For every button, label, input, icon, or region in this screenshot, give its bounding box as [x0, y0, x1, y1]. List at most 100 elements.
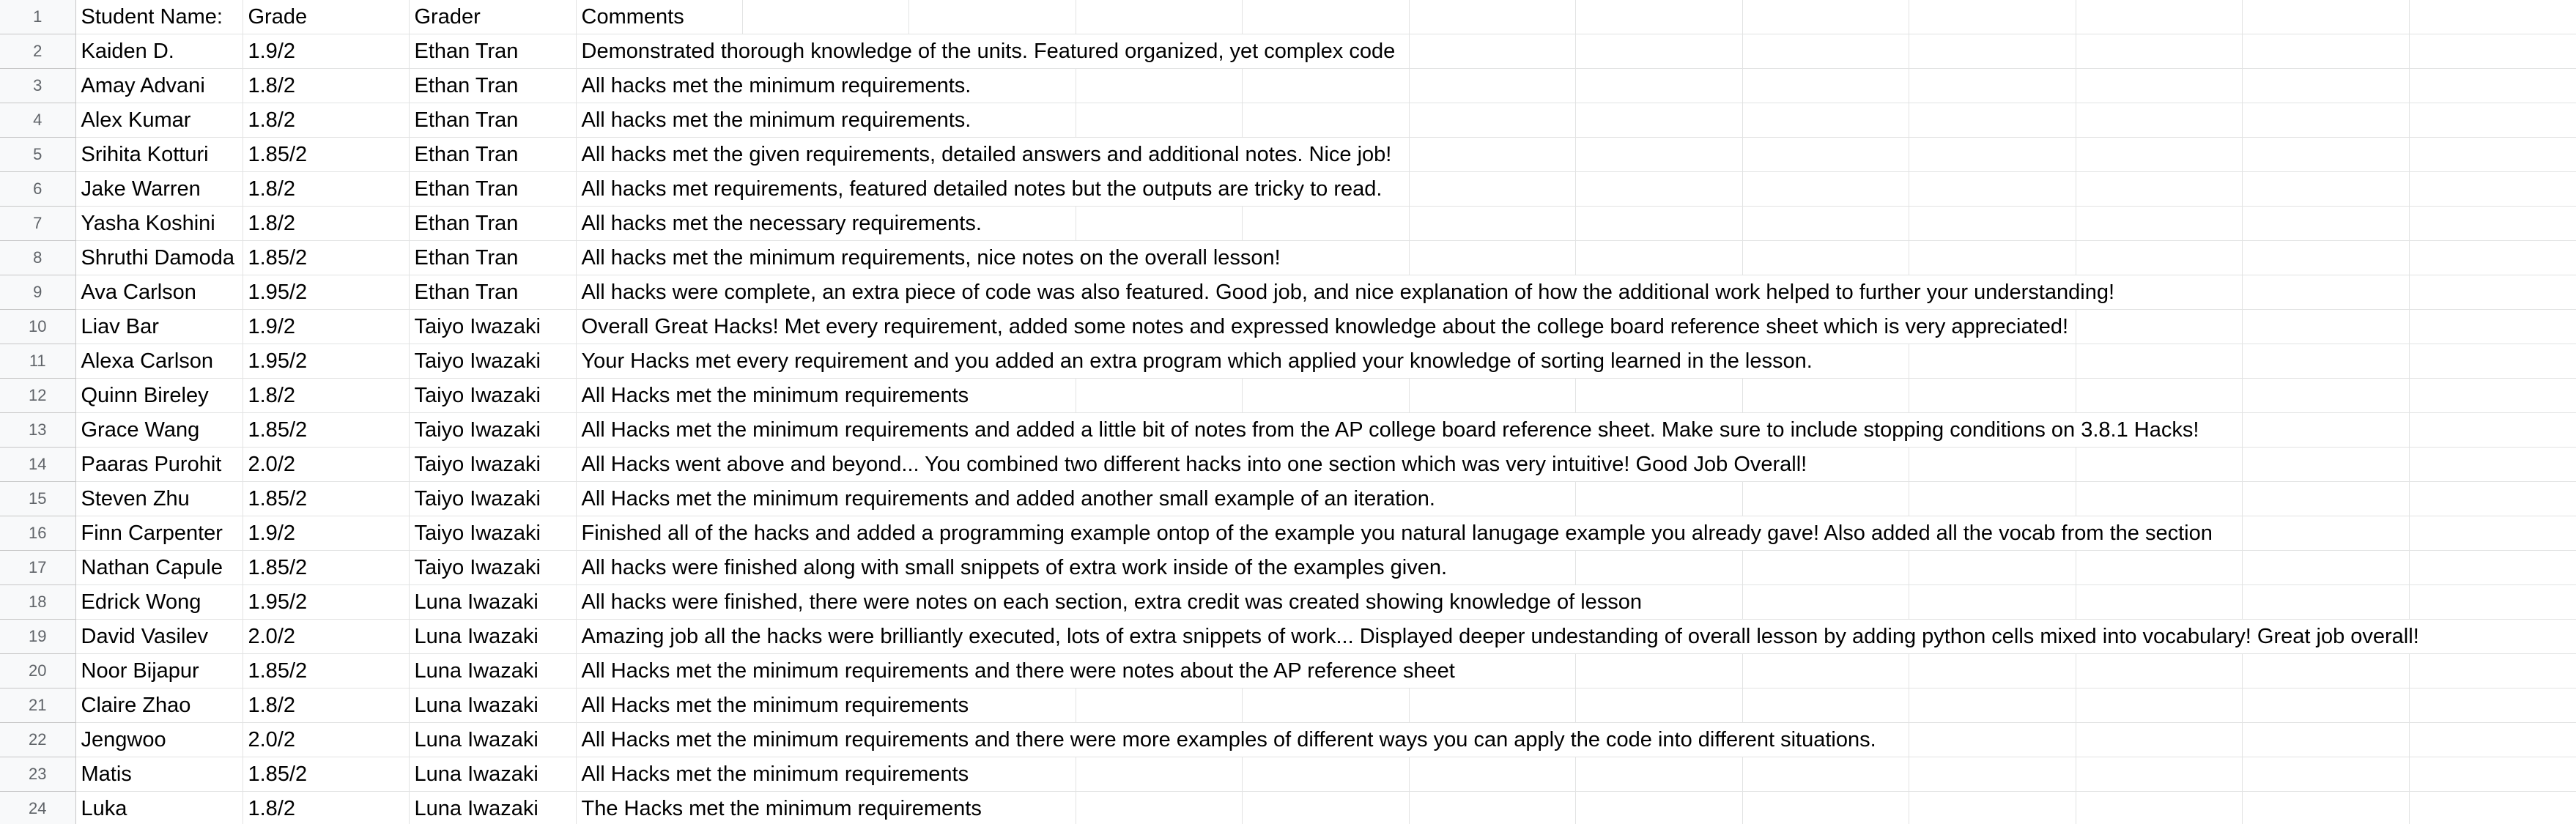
empty-cell[interactable]: [2242, 757, 2410, 792]
empty-cell[interactable]: [2076, 103, 2243, 138]
empty-cell[interactable]: [1409, 688, 1576, 723]
comment-cell[interactable]: All Hacks went above and beyond... You c…: [576, 447, 1807, 482]
row-number[interactable]: 21: [0, 688, 76, 723]
row-number[interactable]: 12: [0, 378, 76, 413]
row-number[interactable]: 15: [0, 481, 76, 516]
header-comments[interactable]: Comments: [576, 0, 743, 34]
row-number[interactable]: 18: [0, 584, 76, 620]
empty-cell[interactable]: [2409, 309, 2576, 344]
empty-cell[interactable]: [2242, 137, 2410, 172]
grader-cell[interactable]: Ethan Tran: [409, 137, 577, 172]
comment-cell[interactable]: The Hacks met the minimum requirements: [576, 791, 982, 824]
grade-cell[interactable]: 1.9/2: [243, 34, 410, 69]
empty-cell[interactable]: [1909, 550, 2076, 585]
empty-cell[interactable]: [1909, 722, 2076, 757]
empty-cell[interactable]: [2076, 34, 2243, 69]
grade-cell[interactable]: 1.8/2: [243, 688, 410, 723]
grader-cell[interactable]: Ethan Tran: [409, 34, 577, 69]
grader-cell[interactable]: Luna Iwazaki: [409, 688, 577, 723]
empty-cell[interactable]: [2242, 653, 2410, 688]
empty-cell[interactable]: [2409, 103, 2576, 138]
student-name-cell[interactable]: Kaiden D.: [75, 34, 243, 69]
comment-cell[interactable]: All hacks were complete, an extra piece …: [576, 275, 2114, 310]
comment-cell[interactable]: Your Hacks met every requirement and you…: [576, 344, 1813, 379]
student-name-cell[interactable]: Edrick Wong: [75, 584, 243, 620]
empty-cell[interactable]: [2076, 206, 2243, 241]
student-name-cell[interactable]: Ava Carlson: [75, 275, 243, 310]
empty-cell[interactable]: [1242, 378, 1410, 413]
empty-cell[interactable]: [2409, 791, 2576, 824]
empty-cell[interactable]: [1409, 240, 1576, 275]
empty-cell[interactable]: [1242, 688, 1410, 723]
empty-cell[interactable]: [1409, 34, 1576, 69]
empty-cell[interactable]: [1742, 791, 1909, 824]
grader-cell[interactable]: Luna Iwazaki: [409, 791, 577, 824]
empty-cell[interactable]: [1409, 0, 1576, 34]
comment-cell[interactable]: All Hacks met the minimum requirements: [576, 757, 969, 792]
empty-cell[interactable]: [2409, 619, 2576, 654]
empty-cell[interactable]: [2242, 275, 2410, 310]
row-number[interactable]: 14: [0, 447, 76, 482]
empty-cell[interactable]: [1076, 757, 1243, 792]
grade-cell[interactable]: 1.85/2: [243, 240, 410, 275]
row-number[interactable]: 16: [0, 516, 76, 551]
grader-cell[interactable]: Luna Iwazaki: [409, 722, 577, 757]
empty-cell[interactable]: [2076, 584, 2243, 620]
spreadsheet-grid[interactable]: 1 Student Name: Grade Grader Comments 2 K…: [0, 0, 2576, 824]
empty-cell[interactable]: [1742, 171, 1909, 207]
student-name-cell[interactable]: Jengwoo: [75, 722, 243, 757]
empty-cell[interactable]: [2242, 68, 2410, 103]
empty-cell[interactable]: [2076, 68, 2243, 103]
empty-cell[interactable]: [2409, 516, 2576, 551]
grader-cell[interactable]: Taiyo Iwazaki: [409, 412, 577, 448]
empty-cell[interactable]: [1909, 68, 2076, 103]
empty-cell[interactable]: [1409, 791, 1576, 824]
grader-cell[interactable]: Taiyo Iwazaki: [409, 516, 577, 551]
empty-cell[interactable]: [1409, 171, 1576, 207]
empty-cell[interactable]: [1575, 791, 1743, 824]
grader-cell[interactable]: Taiyo Iwazaki: [409, 309, 577, 344]
empty-cell[interactable]: [1575, 103, 1743, 138]
grade-cell[interactable]: 1.8/2: [243, 206, 410, 241]
row-number[interactable]: 2: [0, 34, 76, 69]
empty-cell[interactable]: [2242, 550, 2410, 585]
grade-cell[interactable]: 1.95/2: [243, 584, 410, 620]
student-name-cell[interactable]: Yasha Koshini: [75, 206, 243, 241]
empty-cell[interactable]: [2409, 722, 2576, 757]
empty-cell[interactable]: [2242, 309, 2410, 344]
empty-cell[interactable]: [1909, 171, 2076, 207]
student-name-cell[interactable]: Liav Bar: [75, 309, 243, 344]
empty-cell[interactable]: [1575, 0, 1743, 34]
empty-cell[interactable]: [1742, 378, 1909, 413]
student-name-cell[interactable]: Steven Zhu: [75, 481, 243, 516]
empty-cell[interactable]: [742, 0, 909, 34]
empty-cell[interactable]: [2076, 344, 2243, 379]
empty-cell[interactable]: [2076, 791, 2243, 824]
grade-cell[interactable]: 1.8/2: [243, 103, 410, 138]
empty-cell[interactable]: [2076, 378, 2243, 413]
empty-cell[interactable]: [1742, 68, 1909, 103]
grader-cell[interactable]: Taiyo Iwazaki: [409, 344, 577, 379]
student-name-cell[interactable]: Finn Carpenter: [75, 516, 243, 551]
empty-cell[interactable]: [1909, 344, 2076, 379]
empty-cell[interactable]: [1742, 206, 1909, 241]
empty-cell[interactable]: [1242, 103, 1410, 138]
grader-cell[interactable]: Luna Iwazaki: [409, 619, 577, 654]
comment-cell[interactable]: All Hacks met the minimum requirements a…: [576, 481, 1435, 516]
empty-cell[interactable]: [1909, 791, 2076, 824]
header-grader[interactable]: Grader: [409, 0, 577, 34]
grade-cell[interactable]: 1.85/2: [243, 757, 410, 792]
empty-cell[interactable]: [2076, 722, 2243, 757]
empty-cell[interactable]: [1909, 240, 2076, 275]
row-number[interactable]: 8: [0, 240, 76, 275]
empty-cell[interactable]: [2076, 757, 2243, 792]
empty-cell[interactable]: [1575, 240, 1743, 275]
row-number[interactable]: 22: [0, 722, 76, 757]
empty-cell[interactable]: [1575, 34, 1743, 69]
grade-cell[interactable]: 2.0/2: [243, 447, 410, 482]
empty-cell[interactable]: [1242, 206, 1410, 241]
empty-cell[interactable]: [1909, 103, 2076, 138]
comment-cell[interactable]: All hacks met the minimum requirements, …: [576, 240, 1281, 275]
header-grade[interactable]: Grade: [243, 0, 410, 34]
empty-cell[interactable]: [2076, 688, 2243, 723]
